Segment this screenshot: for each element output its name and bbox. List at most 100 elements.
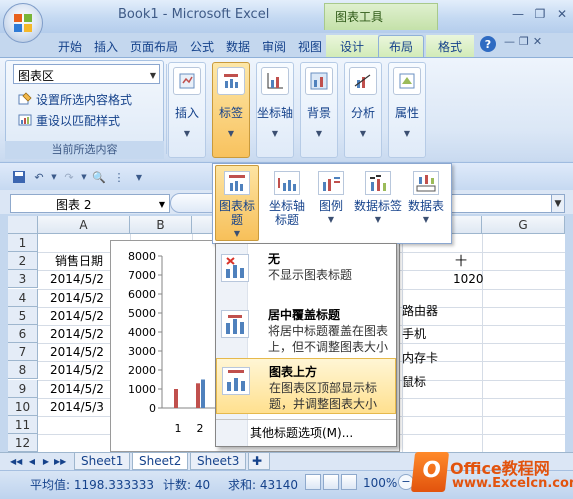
analysis-label: 分析 — [350, 106, 375, 120]
column-header-g[interactable]: G — [482, 216, 565, 234]
tab-home[interactable]: 开始 — [52, 35, 88, 57]
cell-a-date[interactable]: 2014/5/2 — [50, 361, 104, 379]
reset-style-button[interactable]: 重设以匹配样式 — [18, 111, 120, 129]
tab-data[interactable]: 数据 — [220, 35, 256, 57]
row-header[interactable]: 11 — [8, 416, 38, 434]
customize-qat-icon[interactable]: ▼ — [130, 168, 148, 186]
cell-f2[interactable]: 十 — [455, 252, 467, 270]
menu-item-none-title: 无 — [268, 252, 281, 266]
insert-label: 插入 — [174, 106, 199, 120]
reset-style-icon — [18, 114, 32, 126]
labels-button[interactable]: 标签 ▼ — [212, 62, 250, 158]
chevron-down-icon[interactable]: ▼ — [80, 168, 88, 186]
cell-a2[interactable]: 销售日期 — [55, 252, 103, 270]
insert-button[interactable]: 插入 ▼ — [168, 62, 206, 158]
sheet-tab-sheet3[interactable]: Sheet3 — [190, 453, 247, 470]
cell-a-date[interactable]: 2014/5/2 — [50, 270, 104, 288]
row-header[interactable]: 12 — [8, 434, 38, 453]
select-all-corner[interactable] — [8, 216, 38, 234]
menu-item-centered-overlay[interactable]: 居中覆盖标题 将居中标题覆盖在图表上，但不调整图表大小 — [216, 302, 396, 358]
row-header[interactable]: 3 — [8, 270, 38, 289]
office-logo-icon — [14, 14, 32, 32]
prev-sheet-icon[interactable]: ◀ — [26, 456, 38, 468]
normal-view-icon[interactable] — [305, 474, 321, 490]
column-header-a[interactable]: A — [38, 216, 130, 234]
format-selection-button[interactable]: 设置所选内容格式 — [18, 90, 132, 108]
page-break-view-icon[interactable] — [341, 474, 357, 490]
cell-e-product-3[interactable]: 内存卡 — [402, 349, 438, 367]
gallery-legend[interactable]: 图例 ▼ — [309, 165, 353, 241]
tab-formulas[interactable]: 公式 — [184, 35, 220, 57]
row-header[interactable]: 10 — [8, 397, 38, 416]
gallery-axis-title[interactable]: 坐标轴标题 — [265, 165, 309, 241]
expand-formula-bar-icon[interactable]: ▼ — [551, 194, 565, 213]
cell-e-product-2[interactable]: 手机 — [402, 325, 426, 343]
tab-view[interactable]: 视图 — [292, 35, 328, 57]
cell-e-product-1[interactable]: 路由器 — [402, 302, 438, 320]
axes-button[interactable]: 坐标轴 ▼ — [256, 62, 294, 158]
more-title-options[interactable]: 其他标题选项(M)... — [216, 419, 396, 443]
page-layout-view-icon[interactable] — [323, 474, 339, 490]
sheet-tab-sheet1[interactable]: Sheet1 — [74, 453, 131, 470]
office-button[interactable] — [3, 3, 43, 43]
gallery-data-labels[interactable]: 数据标签 ▼ — [353, 165, 403, 241]
chevron-down-icon: ▼ — [271, 129, 279, 138]
close-icon[interactable]: ✕ — [533, 35, 542, 53]
first-sheet-icon[interactable]: ◀◀ — [10, 456, 22, 468]
tab-page-layout[interactable]: 页面布局 — [124, 35, 184, 57]
chevron-down-icon[interactable]: ▼ — [50, 168, 58, 186]
zoom-level[interactable]: 100% — [363, 476, 397, 490]
restore-icon[interactable]: ❐ — [519, 35, 529, 53]
sheet-tab-sheet2[interactable]: Sheet2 — [132, 453, 189, 470]
row-header[interactable]: 1 — [8, 234, 38, 252]
chart-element-dropdown[interactable]: 图表区 ▼ — [13, 64, 160, 84]
cell-e-product-4[interactable]: 鼠标 — [402, 373, 426, 391]
print-preview-icon[interactable]: 🔍 — [90, 168, 108, 186]
row-header[interactable]: 5 — [8, 306, 38, 325]
tab-insert[interactable]: 插入 — [88, 35, 124, 57]
window-controls: — ❐ ✕ — [508, 4, 572, 26]
minimize-icon[interactable]: — — [508, 4, 528, 24]
restore-icon[interactable]: ❐ — [530, 4, 550, 24]
minimize-icon[interactable]: — — [504, 35, 515, 53]
cell-a-date[interactable]: 2014/5/2 — [50, 307, 104, 325]
tab-format[interactable]: 格式 — [426, 35, 474, 57]
row-header[interactable]: 4 — [8, 288, 38, 307]
cell-a-date[interactable]: 2014/5/2 — [50, 380, 104, 398]
chevron-down-icon: ▼ — [183, 129, 191, 138]
gallery-chart-title[interactable]: 图表标题 ▼ — [215, 165, 259, 241]
menu-item-none[interactable]: 无 不显示图表标题 — [216, 246, 396, 302]
tab-design[interactable]: 设计 — [326, 35, 378, 57]
close-icon[interactable]: ✕ — [552, 4, 572, 24]
tab-layout[interactable]: 布局 — [378, 35, 424, 57]
row-header[interactable]: 2 — [8, 252, 38, 271]
cell-a-date[interactable]: 2014/5/3 — [50, 398, 104, 416]
menu-item-above-chart[interactable]: 图表上方 在图表区顶部显示标题，并调整图表大小 — [216, 358, 396, 414]
row-header[interactable]: 8 — [8, 361, 38, 380]
tab-review[interactable]: 审阅 — [256, 35, 292, 57]
insert-sheet-icon[interactable]: ✚ — [248, 453, 270, 470]
help-icon[interactable]: ? — [480, 36, 496, 52]
undo-icon[interactable]: ↶ — [30, 168, 48, 186]
last-sheet-icon[interactable]: ▶▶ — [54, 456, 66, 468]
cell-a-date[interactable]: 2014/5/2 — [50, 343, 104, 361]
cell-a-date[interactable]: 2014/5/2 — [50, 289, 104, 307]
next-sheet-icon[interactable]: ▶ — [40, 456, 52, 468]
chart-tools-context-label: 图表工具 — [324, 3, 438, 30]
row-header[interactable]: 9 — [8, 379, 38, 398]
background-button[interactable]: 背景 ▼ — [300, 62, 338, 158]
sort-icon[interactable]: ⋮ — [110, 168, 128, 186]
properties-button[interactable]: 属性 ▼ — [388, 62, 426, 158]
cell-f3[interactable]: 1020 — [453, 270, 484, 288]
gallery-data-table[interactable]: 数据表 ▼ — [404, 165, 448, 241]
redo-icon[interactable]: ↷ — [60, 168, 78, 186]
reset-style-label: 重设以匹配样式 — [36, 113, 121, 128]
row-header[interactable]: 7 — [8, 343, 38, 362]
column-header-b[interactable]: B — [130, 216, 192, 234]
name-box[interactable]: 图表 2 ▼ — [10, 194, 170, 213]
analysis-button[interactable]: 分析 ▼ — [344, 62, 382, 158]
row-header[interactable]: 6 — [8, 325, 38, 343]
save-icon[interactable] — [10, 168, 28, 186]
no-title-icon — [221, 254, 249, 282]
cell-a-date[interactable]: 2014/5/2 — [50, 325, 104, 343]
